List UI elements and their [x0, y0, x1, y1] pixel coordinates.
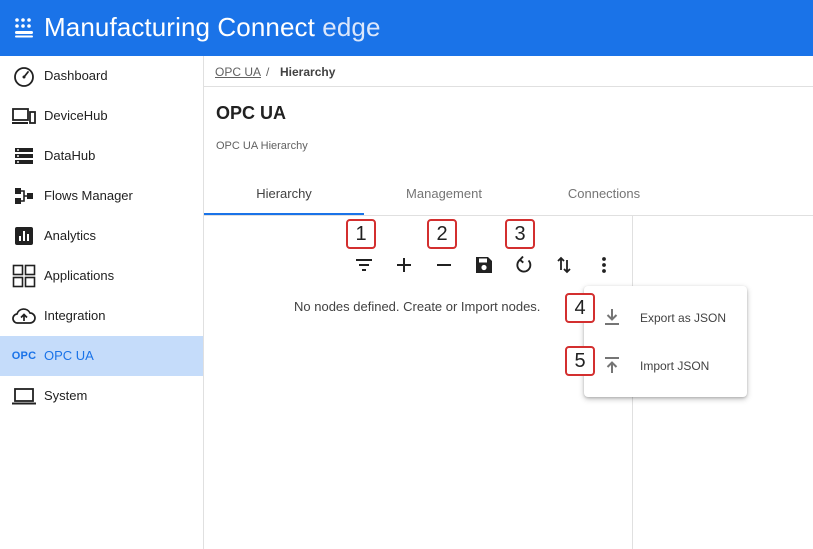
filter-button[interactable] [352, 253, 376, 277]
sidebar-item-label: Dashboard [44, 68, 108, 83]
sidebar-item-label: Flows Manager [44, 188, 133, 203]
sidebar-item-system[interactable]: System [0, 376, 203, 416]
callout-badge-2: 2 [427, 219, 457, 249]
add-icon [397, 258, 411, 272]
menu-item-export-json[interactable]: Export as JSON [584, 294, 747, 342]
sidebar-item-label: Applications [44, 268, 115, 283]
sidebar-item-label: System [44, 388, 88, 403]
app-header: Manufacturing Connect edge [0, 0, 813, 56]
filter-icon [356, 259, 372, 271]
sidebar-item-dashboard[interactable]: Dashboard [0, 56, 203, 96]
sidebar-item-opc-ua[interactable]: OPC OPC UA [0, 336, 203, 376]
sidebar-item-datahub[interactable]: DataHub [0, 136, 203, 176]
menu-item-label: Export as JSON [640, 311, 727, 325]
swap-vertical-icon [557, 256, 571, 274]
breadcrumb-current: Hierarchy [280, 65, 336, 79]
upload-icon [605, 357, 619, 373]
apps-grid-icon [11, 264, 37, 288]
menu-item-label: Import JSON [640, 359, 710, 373]
breadcrumb-separator: / [266, 65, 270, 79]
sidebar-item-label: OPC UA [44, 348, 94, 363]
tab-management[interactable]: Management [364, 172, 524, 215]
sort-button[interactable] [552, 253, 576, 277]
sidebar-item-label: DataHub [44, 148, 96, 163]
sidebar-item-flows-manager[interactable]: Flows Manager [0, 176, 203, 216]
speedometer-icon [11, 64, 37, 88]
refresh-button[interactable] [512, 253, 536, 277]
sidebar-item-integration[interactable]: Integration [0, 296, 203, 336]
tab-hierarchy[interactable]: Hierarchy [204, 172, 364, 215]
page-subtitle: OPC UA Hierarchy [216, 140, 308, 152]
grid-logo-icon [15, 18, 33, 38]
devices-icon [11, 104, 37, 128]
sidebar-item-analytics[interactable]: Analytics [0, 216, 203, 256]
tab-bar: Hierarchy Management Connections [204, 172, 813, 216]
menu-item-import-json[interactable]: Import JSON [584, 342, 747, 390]
flow-icon [11, 184, 37, 208]
breadcrumb-link-opc-ua[interactable]: OPC UA [215, 65, 261, 79]
sidebar-item-label: DeviceHub [44, 108, 108, 123]
app-title: Manufacturing Connect edge [44, 12, 381, 42]
callout-badge-4: 4 [565, 293, 595, 323]
sidebar-item-devicehub[interactable]: DeviceHub [0, 96, 203, 136]
sidebar-nav: Dashboard DeviceHub DataHub Flows Manage… [0, 56, 204, 549]
save-icon [476, 257, 492, 273]
remove-node-button[interactable] [432, 253, 456, 277]
save-button[interactable] [472, 253, 496, 277]
more-vert-icon [602, 257, 606, 273]
sidebar-item-applications[interactable]: Applications [0, 256, 203, 296]
more-options-button[interactable] [592, 253, 616, 277]
add-node-button[interactable] [392, 253, 416, 277]
empty-tree-message: No nodes defined. Create or Import nodes… [294, 299, 541, 314]
download-icon [605, 309, 619, 325]
page-title: OPC UA [216, 103, 287, 123]
refresh-icon [516, 255, 532, 273]
opc-text-icon: OPC [11, 350, 37, 362]
callout-badge-5: 5 [565, 346, 595, 376]
tab-active-indicator [204, 213, 364, 215]
sidebar-item-label: Integration [44, 308, 106, 323]
remove-icon [437, 264, 451, 266]
sidebar-item-label: Analytics [44, 228, 97, 243]
laptop-icon [11, 384, 37, 408]
storage-icon [11, 144, 37, 168]
breadcrumb: OPC UA / Hierarchy [204, 56, 813, 87]
cloud-upload-icon [11, 304, 37, 328]
more-options-menu: Export as JSON Import JSON [584, 286, 747, 397]
callout-badge-3: 3 [505, 219, 535, 249]
analytics-icon [11, 224, 37, 248]
callout-badge-1: 1 [346, 219, 376, 249]
tab-connections[interactable]: Connections [524, 172, 684, 215]
